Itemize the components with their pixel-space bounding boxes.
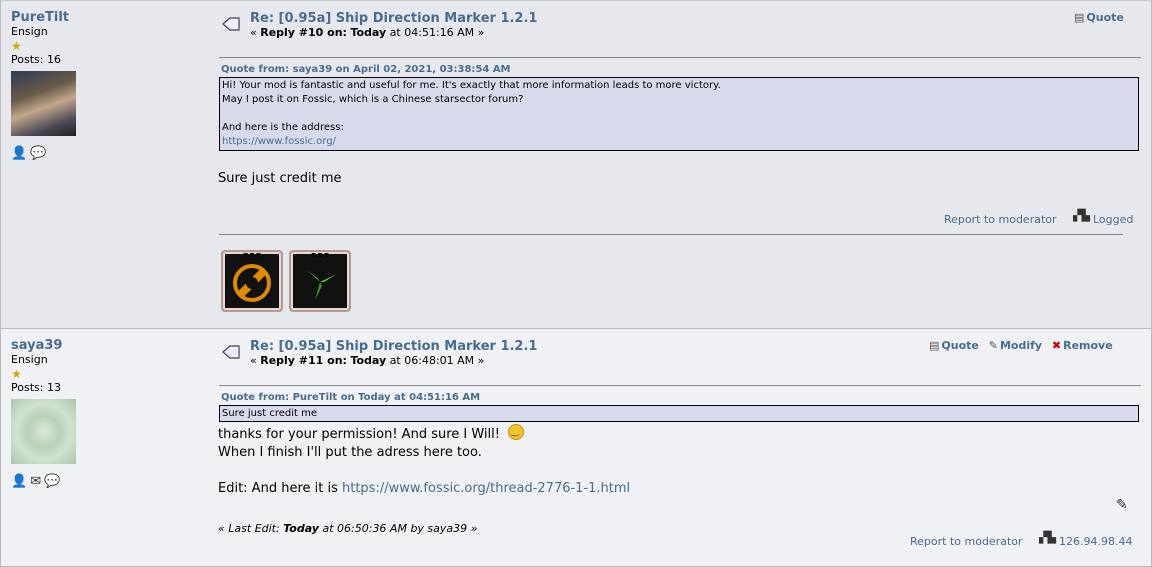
poster-post-count: Posts: 16 (11, 53, 61, 66)
logged-label: Logged (1093, 213, 1134, 226)
poster-rank: Ensign (11, 25, 48, 38)
quote-icon[interactable]: ▤ (929, 339, 939, 352)
signature-image-direction: ▪▪▪ (289, 250, 351, 312)
divider (219, 57, 1141, 58)
post-actions: ▤ Quote ✎ Modify ✖ Remove (929, 339, 1113, 352)
post-body: Sure just credit me (218, 171, 342, 186)
quote-link[interactable]: https://www.fossic.org/ (222, 136, 336, 147)
ip-icon: ▞▙ (1039, 531, 1056, 544)
rank-star-icon: ★ (11, 39, 22, 53)
report-to-moderator-link[interactable]: Report to moderator (910, 535, 1023, 548)
last-edit-info: « Last Edit: Today at 06:50:36 AM by say… (218, 522, 477, 535)
quote-line: Hi! Your mod is fantastic and useful for… (222, 80, 721, 91)
direction-marker-icon (307, 270, 337, 300)
quote-box: Sure just credit me (219, 405, 1139, 422)
body-line: Edit: And here it is https://www.fossic.… (218, 480, 630, 498)
email-icon[interactable]: ✉ (30, 474, 41, 489)
profile-icon[interactable]: 👤 (11, 146, 27, 161)
personal-message-icon[interactable]: 💬 (44, 474, 60, 489)
profile-icon[interactable]: 👤 (11, 474, 27, 489)
signature-divider (219, 234, 1123, 235)
signature-image-wrench: ▪▪▪ (221, 250, 283, 312)
report-to-moderator-link[interactable]: Report to moderator (944, 213, 1057, 226)
post-actions: ▤ Quote (1074, 11, 1124, 24)
poster-icons: 👤 💬 (11, 146, 201, 161)
last-edit-rest: at 06:50:36 AM by saya39 » (318, 522, 478, 535)
forum-post: saya39 Ensign ★ Posts: 13 👤 ✉ 💬 Re: [0.95a… (0, 328, 1152, 567)
smiley-icon (507, 423, 524, 441)
body-line: thanks for your permission! And sure I W… (218, 423, 630, 444)
remove-icon[interactable]: ✖ (1052, 339, 1061, 352)
post-title-link[interactable]: Re: [0.95a] Ship Direction Marker 1.2.1 (250, 339, 537, 354)
avatar (11, 71, 76, 136)
quote-header-link[interactable]: Quote from: saya39 on April 02, 2021, 03… (221, 64, 511, 76)
poster-info: PureTilt Ensign ★ Posts: 16 👤 💬 (11, 11, 201, 161)
body-line: When I finish I'll put the adress here t… (218, 445, 482, 460)
poster-info: saya39 Ensign ★ Posts: 13 👤 ✉ 💬 (11, 339, 201, 489)
divider (219, 385, 1141, 386)
logged-icon: ▞▙ (1073, 209, 1090, 222)
poster-name-link[interactable]: PureTilt (11, 11, 201, 25)
poster-icons: 👤 ✉ 💬 (11, 474, 201, 489)
body-link[interactable]: https://www.fossic.org/thread-2776-1-1.h… (342, 481, 630, 496)
avatar (11, 399, 76, 464)
reply-prefix: « (250, 26, 261, 39)
reply-day: Today (350, 354, 387, 367)
reply-number: Reply #10 on: (260, 26, 347, 39)
modify-button[interactable]: Modify (1000, 339, 1042, 352)
modify-inline-icon[interactable]: ✎ (1116, 497, 1128, 513)
ip-address: 126.94.98.44 (1059, 535, 1133, 548)
post-body: thanks for your permission! And sure I W… (218, 423, 630, 498)
quote-box: Hi! Your mod is fantastic and useful for… (219, 77, 1139, 151)
reply-time: at 06:48:01 AM » (389, 354, 485, 367)
poster-post-count: Posts: 13 (11, 381, 61, 394)
forum-post: PureTilt Ensign ★ Posts: 16 👤 💬 Re: [0.95… (0, 0, 1152, 328)
rank-star-icon: ★ (11, 367, 22, 381)
quote-line: May I post it on Fossic, which is a Chin… (222, 94, 524, 105)
quote-button[interactable]: Quote (1086, 11, 1123, 24)
last-edit-prefix: « Last Edit: (218, 522, 284, 535)
poster-rank: Ensign (11, 353, 48, 366)
body-text-line: Edit: And here it is (218, 481, 342, 496)
post-reply-info: « Reply #10 on: Today at 04:51:16 AM » (250, 26, 484, 39)
poster-name-link[interactable]: saya39 (11, 339, 201, 353)
reply-day: Today (350, 26, 387, 39)
reply-time: at 04:51:16 AM » (389, 26, 485, 39)
post-reply-info: « Reply #11 on: Today at 06:48:01 AM » (250, 354, 484, 367)
quote-icon[interactable]: ▤ (1074, 11, 1084, 24)
reply-number: Reply #11 on: (260, 354, 347, 367)
quote-line (222, 107, 1136, 121)
quote-button[interactable]: Quote (941, 339, 978, 352)
quote-line: Sure just credit me (222, 408, 317, 419)
body-text-line: thanks for your permission! And sure I W… (218, 427, 500, 442)
post-title-icon (222, 17, 240, 31)
wrench-icon (233, 264, 271, 302)
personal-message-icon[interactable]: 💬 (30, 146, 46, 161)
quote-line: And here is the address: (222, 122, 344, 133)
last-edit-day: Today (283, 522, 319, 535)
post-title-link[interactable]: Re: [0.95a] Ship Direction Marker 1.2.1 (250, 11, 537, 26)
post-title-icon (222, 345, 240, 359)
remove-button[interactable]: Remove (1063, 339, 1113, 352)
modify-icon[interactable]: ✎ (989, 339, 998, 352)
reply-prefix: « (250, 354, 261, 367)
quote-header-link[interactable]: Quote from: PureTilt on Today at 04:51:1… (221, 392, 480, 404)
